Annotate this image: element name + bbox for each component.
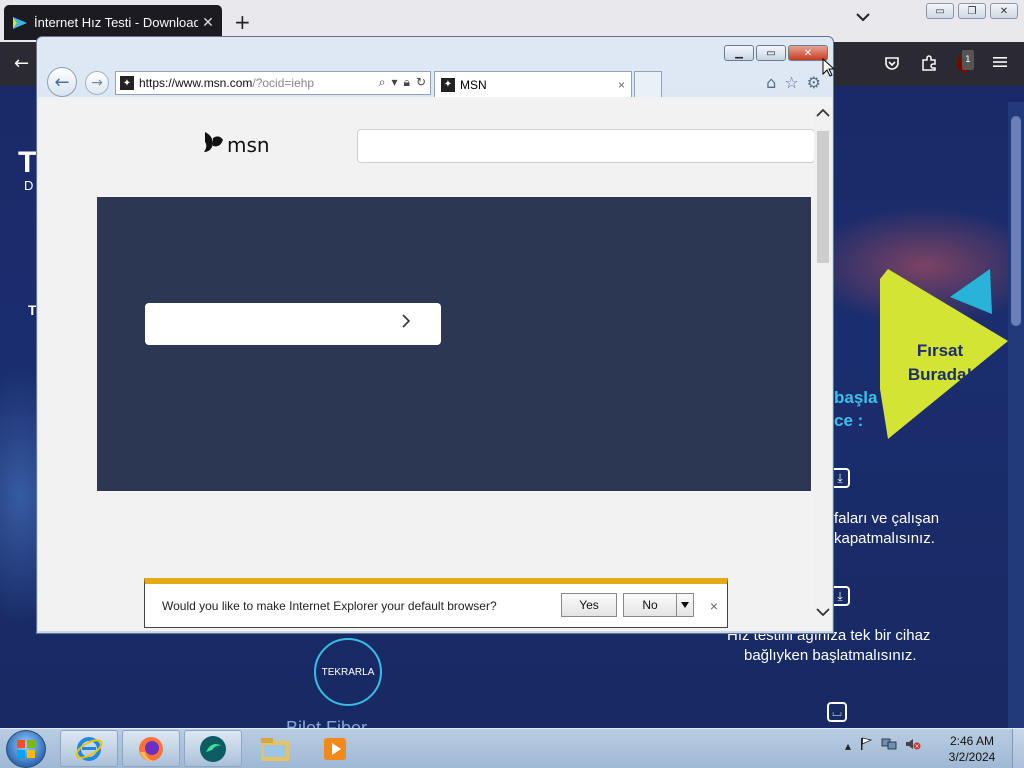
clock-date: 3/2/2024 <box>948 750 996 764</box>
url-main: https://www.msn.com <box>139 76 253 90</box>
app-icon <box>200 735 226 762</box>
back-arrow-icon[interactable]: ← <box>14 54 29 74</box>
refresh-icon[interactable]: ↻ <box>416 75 426 90</box>
msn-search-input[interactable] <box>357 129 815 163</box>
no-dropdown-button[interactable] <box>676 593 694 617</box>
msn-page: msn Would you like to make Internet Expl… <box>38 97 832 631</box>
site-favicon-icon <box>12 16 28 30</box>
chevron-right-icon <box>401 313 411 333</box>
windows-logo-icon <box>17 740 35 758</box>
favorites-star-icon[interactable]: ☆ <box>784 73 798 92</box>
msn-hero-banner <box>97 197 811 491</box>
restore-button[interactable]: ❐ <box>958 3 986 19</box>
taskbar-firefox[interactable] <box>122 730 180 767</box>
home-icon[interactable]: ⌂ <box>766 73 776 92</box>
promo-banner[interactable]: Fırsat Burada! <box>880 269 1010 439</box>
msn-favicon-icon: ✦ <box>120 76 134 90</box>
page-scrollbar-thumb[interactable] <box>1011 116 1021 326</box>
ie-tab-close-icon[interactable]: × <box>618 78 625 92</box>
info-text-1-line-1: faları ve çalışan <box>834 510 940 527</box>
url-rest: /?ocid=iehp <box>252 76 315 90</box>
info-heading-line-1: başla <box>834 388 878 407</box>
lock-icon[interactable]: 🔒︎ <box>404 75 410 90</box>
internet-explorer-window: ▁ ▭ ✕ ← → ✦ https://www.msn.com/?ocid=ie… <box>36 36 834 634</box>
notification-text: Would you like to make Internet Explorer… <box>162 599 497 613</box>
start-button[interactable] <box>6 730 46 768</box>
page-sub-fragment: D <box>24 178 34 193</box>
tab-title: İnternet Hız Testi - Download & <box>34 15 198 30</box>
menu-icon[interactable] <box>992 54 1008 74</box>
ie-tab-label: MSN <box>460 77 487 92</box>
new-tab-button[interactable]: + <box>234 10 251 34</box>
bottom-partial-text: Bilet Fiber <box>286 718 368 728</box>
msn-butterfly-icon <box>202 130 224 160</box>
taskbar-media-player[interactable] <box>306 730 364 767</box>
clock-time: 2:46 AM <box>949 734 995 748</box>
clock[interactable]: 2:46 AM 3/2/2024 <box>938 733 1006 765</box>
info-text-2-line-2: bağlıyken başlatmalısınız. <box>744 647 917 664</box>
no-button[interactable]: No <box>623 593 677 617</box>
promo-line-1: Fırsat <box>916 341 964 360</box>
firefox-icon <box>139 736 163 761</box>
firefox-tab[interactable]: İnternet Hız Testi - Download & ✕ <box>4 5 222 40</box>
system-tray: ▴ × <box>845 737 921 754</box>
info-heading-line-2: ce : <box>834 411 864 430</box>
list-all-tabs-icon[interactable] <box>856 10 870 26</box>
ublock-badge: 1 <box>962 50 974 70</box>
page-scrollbar[interactable] <box>1008 102 1024 728</box>
internet-explorer-icon <box>75 736 103 761</box>
pocket-icon[interactable] <box>883 54 901 77</box>
taskbar-internet-explorer[interactable] <box>60 730 118 767</box>
minimize-button[interactable]: ▭ <box>926 3 954 19</box>
extensions-icon[interactable] <box>920 54 938 77</box>
taskbar: ▴ × 2:46 AM 3/2/2024 <box>0 728 1024 768</box>
scroll-down-icon[interactable] <box>816 606 830 621</box>
yes-button[interactable]: Yes <box>561 593 617 617</box>
ie-tab-msn[interactable]: ✦ MSN × <box>434 71 632 97</box>
scroll-up-icon[interactable] <box>816 107 830 122</box>
close-button[interactable]: ✕ <box>990 3 1018 19</box>
ie-scrollbar[interactable] <box>814 107 832 617</box>
ie-forward-button[interactable]: → <box>85 71 109 95</box>
notification-close-icon[interactable]: × <box>710 598 718 614</box>
msn-tab-favicon-icon: ✦ <box>441 77 455 92</box>
ie-minimize-button[interactable]: ▁ <box>724 45 754 61</box>
search-icon[interactable]: ⌕ <box>379 75 386 90</box>
ie-maximize-button[interactable]: ▭ <box>756 45 786 61</box>
mouse-cursor-icon <box>822 58 834 77</box>
tab-close-icon[interactable]: ✕ <box>198 15 218 31</box>
promo-line-2: Burada! <box>907 365 973 384</box>
taskbar-file-explorer[interactable] <box>246 730 304 767</box>
ublock-icon[interactable]: u 1 <box>954 50 974 79</box>
page-heading-fragment: T <box>18 146 37 179</box>
show-hidden-icons[interactable]: ▴ <box>845 739 851 753</box>
hero-action-button[interactable] <box>145 303 441 345</box>
media-player-icon <box>324 737 346 760</box>
svg-text:×: × <box>915 743 920 750</box>
taskbar-app[interactable] <box>184 730 242 767</box>
file-explorer-icon <box>261 737 289 761</box>
retry-button[interactable]: TEKRARLA <box>314 638 382 706</box>
ie-new-tab-button[interactable] <box>634 71 662 97</box>
show-desktop-button[interactable] <box>1012 729 1024 768</box>
ie-address-bar[interactable]: ✦ https://www.msn.com/?ocid=iehp ⌕ ▾ 🔒︎ … <box>115 71 431 95</box>
default-browser-notification: Would you like to make Internet Explorer… <box>144 578 728 628</box>
ie-scrollbar-thumb[interactable] <box>817 131 829 263</box>
info-text-1-line-2: kapatmalısınız. <box>834 530 935 547</box>
settings-gear-icon[interactable]: ⚙ <box>807 73 821 92</box>
volume-muted-icon[interactable]: × <box>905 737 921 754</box>
msn-logo[interactable]: msn <box>202 130 270 160</box>
dropdown-icon[interactable]: ▾ <box>392 75 398 90</box>
router-icon: ⌴ <box>827 702 847 722</box>
msn-logo-text: msn <box>227 133 270 157</box>
ie-back-button[interactable]: ← <box>47 67 77 97</box>
action-center-flag-icon[interactable] <box>859 737 873 754</box>
network-icon[interactable] <box>881 737 897 754</box>
